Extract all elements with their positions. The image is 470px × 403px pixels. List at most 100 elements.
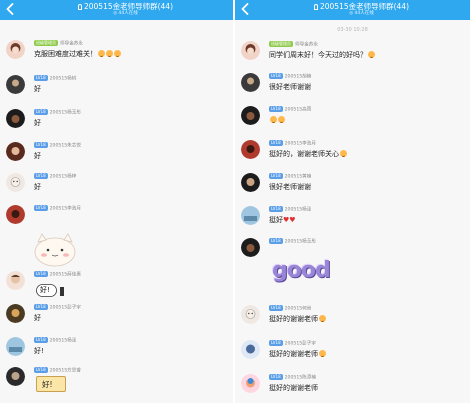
sender-meta: LV18 200515杨泽 bbox=[34, 337, 76, 345]
message-text: 很好老师谢谢 bbox=[269, 83, 311, 91]
message-body: 挺好 bbox=[269, 216, 283, 224]
level-badge: LV18 bbox=[34, 304, 48, 310]
message-text: 挺好♥♥ bbox=[269, 215, 296, 225]
avatar[interactable] bbox=[241, 340, 260, 359]
smile-emoji-icon bbox=[98, 50, 105, 57]
level-badge: LV18 bbox=[34, 271, 48, 277]
chat-header: 200515金老师导师群(44) ◎ 44人在线 bbox=[0, 0, 233, 20]
smile-emoji-icon bbox=[114, 50, 121, 57]
level-badge: LV18 bbox=[34, 109, 48, 115]
level-badge: LV18 bbox=[269, 173, 283, 179]
sender-name: 200515杨泽 bbox=[49, 338, 77, 344]
sender-meta: LV18 200515彭子宇 bbox=[34, 304, 81, 312]
cat-sticker-icon[interactable] bbox=[30, 228, 80, 268]
level-badge: LV18 bbox=[269, 73, 283, 79]
level-badge: LV18 bbox=[34, 142, 48, 148]
smile-emoji-icon bbox=[319, 350, 326, 357]
sender-name: 师导金苏永 bbox=[60, 41, 83, 47]
avatar[interactable] bbox=[241, 140, 260, 159]
online-count: ◎ 44人在线 bbox=[349, 11, 374, 16]
sign-sticker[interactable]: 好! bbox=[36, 376, 66, 392]
sticker-text: 好! bbox=[42, 380, 53, 389]
message-timestamp: 03-30 10:28 bbox=[337, 27, 368, 33]
message-text: 同学们周末好！今天过的好吗？ bbox=[269, 50, 375, 60]
sender-meta: LV18 200515高雨 bbox=[269, 106, 311, 114]
avatar[interactable] bbox=[6, 367, 25, 386]
level-badge: LV18 bbox=[269, 305, 283, 311]
sender-meta: LV18 200515杨泽 bbox=[269, 206, 311, 214]
message-text: 好 bbox=[34, 183, 41, 191]
sender-meta: LV18 200515杨玉彤 bbox=[34, 109, 81, 117]
teacher-badge: 班级管理员 bbox=[34, 40, 58, 46]
sender-name: 200515胡楠 bbox=[284, 74, 312, 80]
back-arrow-icon[interactable] bbox=[241, 3, 253, 17]
message-body: 克服困难度过难关！ bbox=[34, 50, 97, 58]
avatar[interactable] bbox=[6, 337, 25, 356]
message-body: 挺好的谢谢老师 bbox=[269, 350, 318, 358]
avatar[interactable] bbox=[6, 142, 25, 161]
level-badge: LV18 bbox=[269, 340, 283, 346]
sender-name: 200515李浩月 bbox=[49, 206, 81, 212]
sender-name: 200515陈添楠 bbox=[284, 375, 316, 381]
sender-meta: LV18 200515黄楠 bbox=[269, 173, 311, 181]
grin-emoji-icon bbox=[270, 116, 277, 123]
level-badge: LV18 bbox=[34, 337, 48, 343]
avatar[interactable] bbox=[6, 109, 25, 128]
message-body: 同学们周末好！今天过的好吗？ bbox=[269, 51, 367, 59]
message-body: 挺好的谢谢老师 bbox=[269, 315, 318, 323]
group-title-text: 200515金老师导师群(44) bbox=[83, 2, 174, 11]
sender-meta: LV18 200515杨树 bbox=[34, 75, 76, 83]
level-badge: LV18 bbox=[34, 205, 48, 211]
sender-meta: LV18 200515朱芯悦 bbox=[34, 142, 81, 150]
sender-meta: LV18 200515李浩月 bbox=[34, 205, 81, 213]
level-badge: LV18 bbox=[34, 75, 48, 81]
sender-meta: LV18 200515薛佳惠 bbox=[34, 271, 81, 279]
sender-name: 200515彭子宇 bbox=[284, 341, 316, 347]
group-title: 200515金老师导师群(44) bbox=[257, 2, 466, 11]
message-text: 好 bbox=[34, 85, 41, 93]
avatar[interactable] bbox=[241, 305, 260, 324]
pin-icon bbox=[313, 4, 318, 10]
avatar[interactable] bbox=[6, 205, 25, 224]
message-text bbox=[269, 115, 285, 125]
group-title: 200515金老师导师群(44) bbox=[22, 2, 229, 11]
message-body: 挺好的，谢谢老师关心 bbox=[269, 150, 339, 158]
level-badge: LV18 bbox=[269, 374, 283, 380]
speech-bubble-sticker[interactable]: 好! bbox=[36, 283, 66, 297]
sender-meta: LV18 200515李浩月 bbox=[269, 140, 316, 148]
back-arrow-icon[interactable] bbox=[6, 3, 18, 17]
sender-name: 200515杨玉彤 bbox=[284, 239, 316, 245]
sender-name: 200515杨玉彤 bbox=[49, 110, 81, 116]
message-text: 好 bbox=[34, 152, 41, 160]
chat-screen-left: 200515金老师导师群(44) ◎ 44人在线 班级管理员 师导金苏永 克服困难… bbox=[0, 0, 233, 403]
sender-name: 200515朱芯悦 bbox=[49, 143, 81, 149]
smile-emoji-icon bbox=[106, 50, 113, 57]
avatar[interactable] bbox=[6, 173, 25, 192]
avatar[interactable] bbox=[241, 41, 260, 60]
avatar[interactable] bbox=[6, 271, 25, 290]
avatar[interactable] bbox=[241, 206, 260, 225]
avatar[interactable] bbox=[6, 304, 25, 323]
sticker-text: 好! bbox=[40, 286, 50, 294]
avatar[interactable] bbox=[241, 173, 260, 192]
sender-name: 200515杨树 bbox=[49, 76, 77, 82]
message-text: 挺好的，谢谢老师关心 bbox=[269, 149, 347, 159]
avatar[interactable] bbox=[241, 73, 260, 92]
level-badge: LV18 bbox=[269, 206, 283, 212]
message-text: 挺好的谢谢老师 bbox=[269, 314, 326, 324]
chat-header: 200515金老师导师群(44) ◎ 44人在线 bbox=[235, 0, 470, 20]
avatar[interactable] bbox=[241, 106, 260, 125]
sticker-text: good bbox=[272, 258, 331, 283]
sender-name: 200515薛佳惠 bbox=[49, 272, 81, 278]
level-badge: LV18 bbox=[269, 238, 283, 244]
sender-name: 200515杨梓 bbox=[49, 174, 77, 180]
sender-name: 200515高雨 bbox=[284, 107, 312, 113]
avatar[interactable] bbox=[6, 40, 25, 59]
avatar[interactable] bbox=[241, 238, 260, 257]
avatar[interactable] bbox=[6, 75, 25, 94]
level-badge: LV18 bbox=[269, 140, 283, 146]
avatar[interactable] bbox=[241, 374, 260, 393]
sender-name: 200515黄楠 bbox=[284, 174, 312, 180]
good-sticker[interactable]: good bbox=[270, 258, 332, 288]
sender-name: 200515何尚 bbox=[284, 306, 312, 312]
